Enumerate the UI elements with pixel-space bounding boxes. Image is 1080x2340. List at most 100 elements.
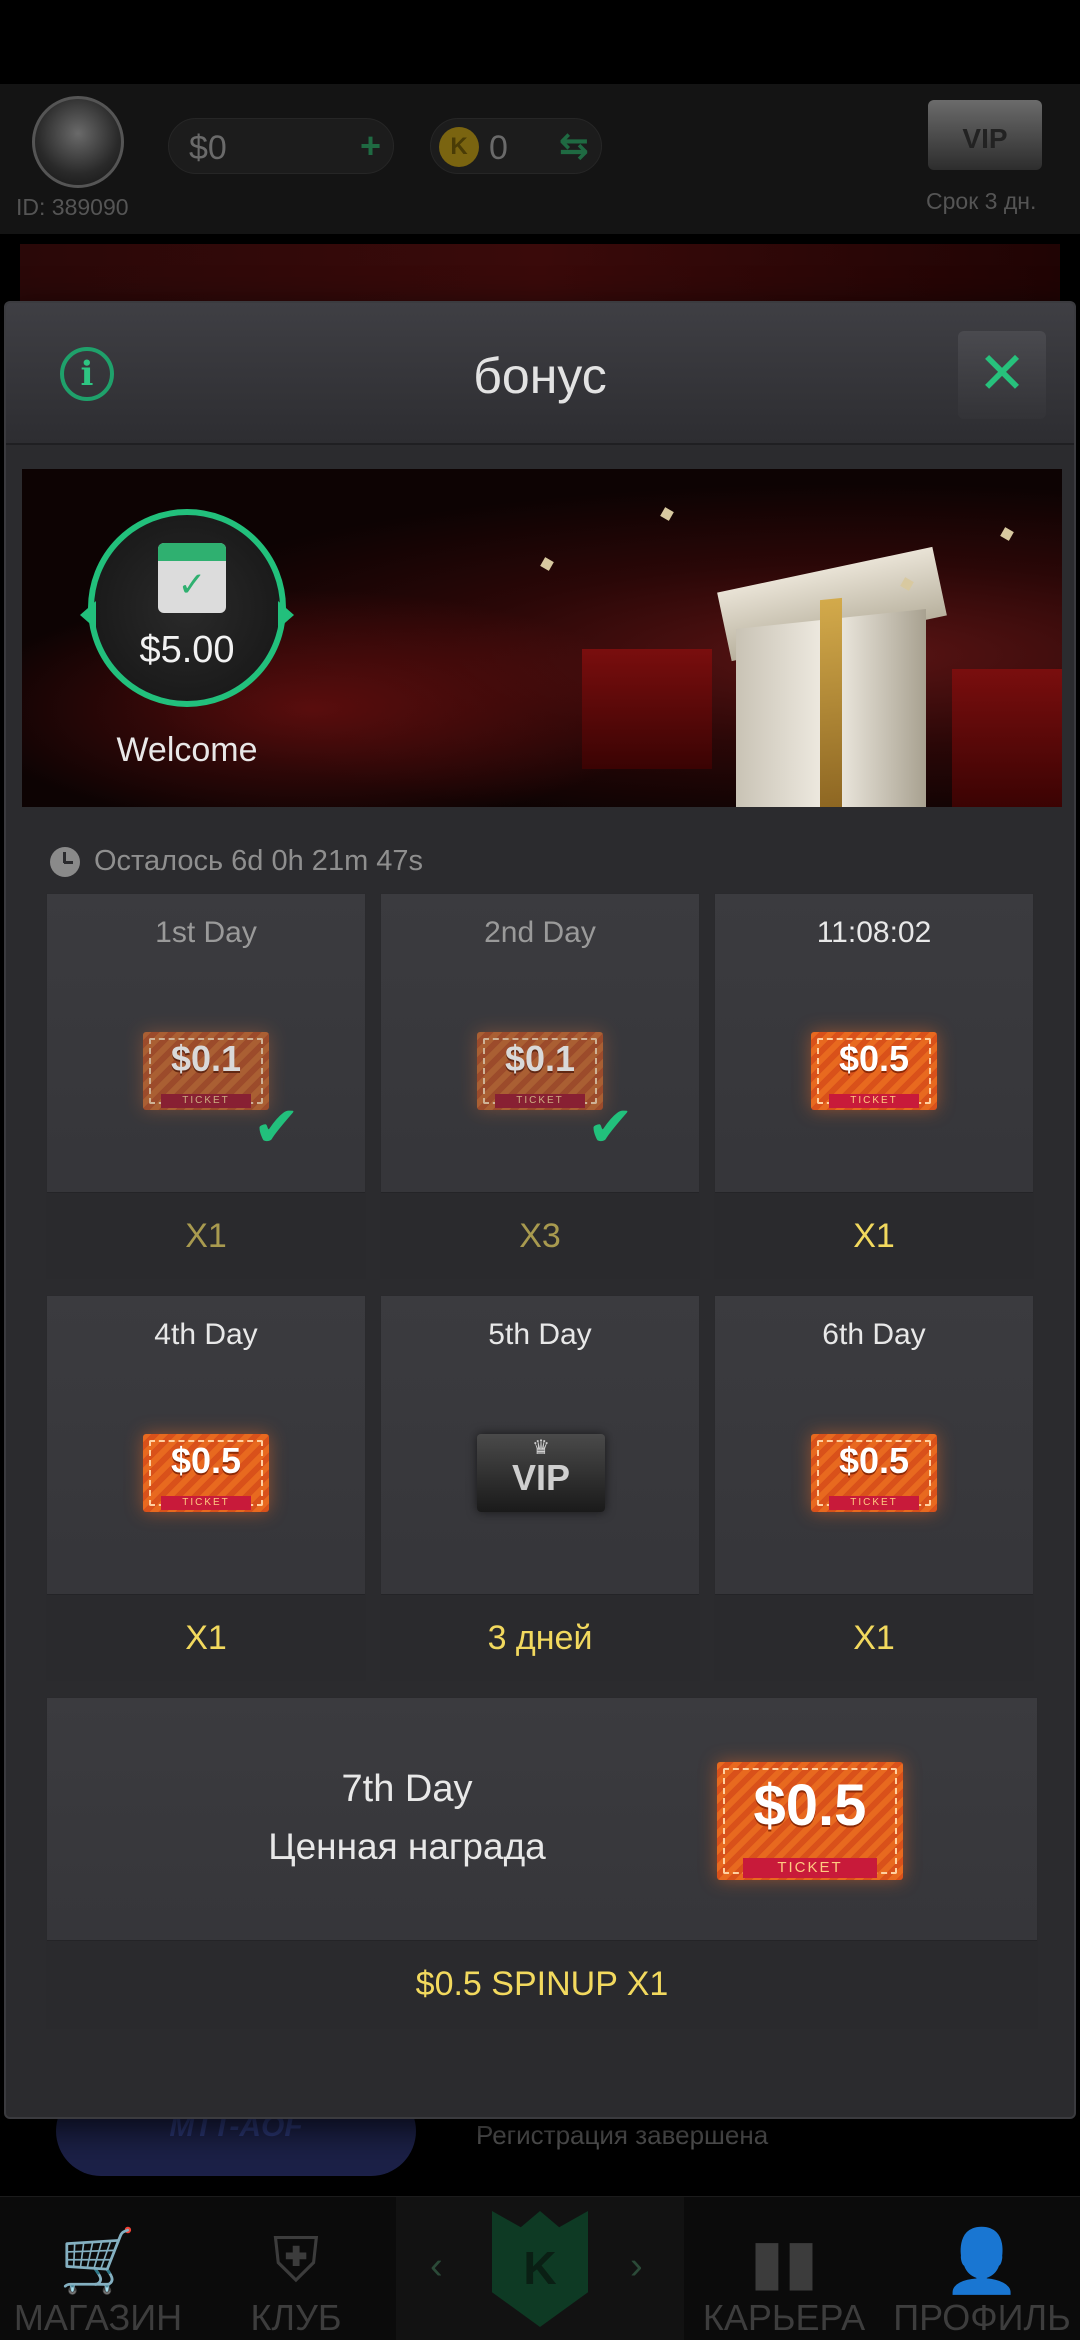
ticket-icon: $0.5 TICKET [143, 1434, 269, 1512]
app-logo-icon: K [492, 2211, 588, 2327]
vip-badge-icon: ♛ VIP [477, 1434, 605, 1512]
nav-shop[interactable]: 🛒 МАГАЗИН [0, 2197, 196, 2340]
top-bar: ID: 389090 $0 + K 0 ⇆ VIP Срок 3 дн. [0, 84, 1080, 234]
day-card-1[interactable]: 1st Day $0.1 TICKET ✔ X1 [46, 893, 366, 1279]
crown-icon: ♛ [532, 1437, 550, 1459]
gift-ribbon [820, 597, 842, 807]
ticket-word: TICKET [161, 1094, 251, 1108]
ring-arrow-right-icon [278, 601, 294, 629]
modal-header: i бонус ✕ [6, 303, 1074, 445]
day-title: 1st Day [155, 916, 257, 949]
bonus-modal: i бонус ✕ ✓ $5.00 Welcome Осталось 6d 0h… [6, 303, 1074, 2117]
day-quantity: X1 [853, 1217, 895, 1255]
ticket-value: $0.1 [504, 1038, 576, 1079]
nav-shop-label: МАГАЗИН [13, 2297, 183, 2338]
ticket-value: $0.5 [753, 1773, 867, 1838]
nav-home[interactable]: ‹ K › [396, 2197, 684, 2340]
coin-icon: K [439, 127, 479, 167]
claimed-check-icon: ✔ [253, 1095, 300, 1158]
avatar[interactable] [32, 96, 124, 188]
coin-balance[interactable]: K 0 ⇆ [430, 118, 602, 174]
time-remaining-text: Осталось 6d 0h 21m 47s [94, 845, 424, 877]
exchange-icon[interactable]: ⇆ [559, 125, 589, 167]
registration-status: Регистрация завершена [476, 2120, 769, 2150]
day-footer: X1 [47, 1192, 365, 1278]
day-card-2[interactable]: 2nd Day $0.1 TICKET ✔ X3 [380, 893, 700, 1279]
day-quantity: X1 [185, 1619, 227, 1657]
day-quantity: 3 дней [487, 1619, 593, 1657]
day-title: 5th Day [488, 1318, 592, 1351]
welcome-bonus-amount: $5.00 [139, 629, 235, 671]
bottom-nav: 🛒 МАГАЗИН ⛨ КЛУБ ‹ K › ▮▮ КАРЬЕРА 👤 ПРОФ… [0, 2196, 1080, 2340]
ticket-value: $0.5 [838, 1440, 910, 1481]
ticket-icon: $0.5 TICKET [717, 1762, 903, 1880]
ticket-word: TICKET [743, 1858, 877, 1878]
ticket-word: TICKET [829, 1496, 919, 1510]
day-card-5[interactable]: 5th Day ♛ VIP 3 дней [380, 1295, 700, 1681]
ticket-value: $0.1 [170, 1038, 242, 1079]
modal-title: бонус [473, 348, 607, 404]
day-title: 6th Day [822, 1318, 926, 1351]
nav-profile[interactable]: 👤 ПРОФИЛЬ [884, 2197, 1080, 2340]
welcome-banner: ✓ $5.00 Welcome [22, 469, 1062, 807]
ticket-word: TICKET [161, 1496, 251, 1510]
cash-value: $0 [189, 129, 227, 167]
day-card-7[interactable]: 7th Day Ценная награда $0.5 TICKET $0.5 … [46, 1697, 1038, 2029]
day-title: 4th Day [154, 1318, 258, 1351]
chevron-left-icon: ‹ [430, 2245, 443, 2287]
day-footer: X3 [381, 1192, 699, 1278]
ticket-icon: $0.5 TICKET [811, 1434, 937, 1512]
ticket-word: TICKET [495, 1094, 585, 1108]
day-footer: X1 [47, 1594, 365, 1680]
nav-club-label: КЛУБ [250, 2297, 342, 2338]
clock-icon [50, 847, 80, 877]
coin-value: 0 [489, 129, 508, 167]
day-card-6[interactable]: 6th Day $0.5 TICKET X1 [714, 1295, 1034, 1681]
gift-decoration [952, 669, 1062, 807]
confetti [660, 507, 674, 521]
nav-club[interactable]: ⛨ КЛУБ [196, 2197, 396, 2340]
day-footer: X1 [715, 1192, 1033, 1278]
status-bar [0, 0, 1080, 84]
day-quantity: X3 [519, 1217, 561, 1255]
confetti [540, 557, 554, 571]
ticket-value: $0.5 [170, 1440, 242, 1481]
user-icon: 👤 [943, 2227, 1021, 2296]
chevron-right-icon: › [630, 2245, 643, 2287]
day-footer: 3 дней [381, 1594, 699, 1680]
day7-subtitle: Ценная награда [268, 1826, 546, 1867]
day7-title: 7th Day [341, 1768, 473, 1810]
day-card-4[interactable]: 4th Day $0.5 TICKET X1 [46, 1295, 366, 1681]
ring-arrow-left-icon [80, 601, 96, 629]
calendar-check-icon: ✓ [158, 543, 226, 613]
day-footer: X1 [715, 1594, 1033, 1680]
add-cash-icon[interactable]: + [360, 125, 381, 167]
day-countdown: 11:08:02 [816, 916, 932, 949]
day-quantity: X1 [853, 1619, 895, 1657]
close-button[interactable]: ✕ [958, 331, 1046, 419]
nav-career[interactable]: ▮▮ КАРЬЕРА [684, 2197, 884, 2340]
nav-career-label: КАРЬЕРА [702, 2297, 866, 2338]
claimed-check-icon: ✔ [587, 1095, 634, 1158]
ticket-icon: $0.1 TICKET [477, 1032, 603, 1110]
vip-status-badge[interactable]: VIP [928, 100, 1042, 170]
day-footer: $0.5 SPINUP X1 [47, 1940, 1037, 2028]
shield-icon: ⛨ [272, 2226, 320, 2295]
day-card-3[interactable]: 11:08:02 $0.5 TICKET X1 [714, 893, 1034, 1279]
cash-balance[interactable]: $0 + [168, 118, 394, 174]
gift-decoration [582, 649, 712, 769]
ticket-value: $0.5 [838, 1038, 910, 1079]
welcome-label: Welcome [116, 731, 258, 769]
day7-reward: $0.5 SPINUP X1 [415, 1965, 669, 2003]
ticket-icon: $0.1 TICKET [143, 1032, 269, 1110]
cart-icon: 🛒 [59, 2227, 137, 2296]
user-id: ID: 389090 [16, 194, 129, 220]
welcome-bonus-badge: ✓ $5.00 [80, 509, 294, 707]
day-quantity: X1 [185, 1217, 227, 1255]
vip-expiry: Срок 3 дн. [926, 188, 1037, 214]
day-title: 2nd Day [484, 916, 596, 949]
confetti [1000, 527, 1014, 541]
nav-profile-label: ПРОФИЛЬ [893, 2297, 1071, 2338]
ticket-icon: $0.5 TICKET [811, 1032, 937, 1110]
ticket-word: TICKET [829, 1094, 919, 1108]
